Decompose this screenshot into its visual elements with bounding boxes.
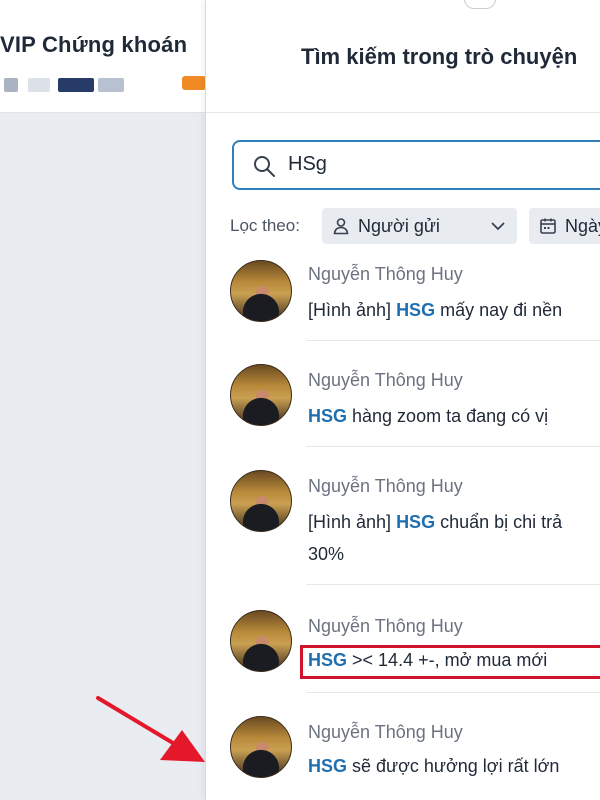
chat-header: VIP Chứng khoán — [0, 0, 210, 113]
avatar — [230, 470, 292, 532]
result-message: [Hình ảnh] HSG mấy nay đi nền — [308, 300, 563, 320]
divider — [306, 446, 600, 447]
panel-top-handle — [464, 0, 496, 9]
result-sender: Nguyễn Thông Huy — [308, 722, 463, 742]
panel-title: Tìm kiếm trong trò chuyện — [301, 44, 578, 69]
result-sender: Nguyễn Thông Huy — [308, 476, 463, 496]
divider — [306, 692, 600, 693]
filter-label: Lọc theo: — [230, 216, 300, 235]
filter-sender-label: Người gửi — [358, 215, 440, 236]
chat-title[interactable]: VIP Chứng khoán — [0, 32, 187, 58]
avatar — [230, 364, 292, 426]
result-sender: Nguyễn Thông Huy — [308, 370, 463, 390]
result-sender: Nguyễn Thông Huy — [308, 616, 463, 636]
result-keyword: HSG — [396, 300, 436, 320]
result-keyword: HSG — [308, 756, 348, 776]
avatar — [230, 610, 292, 672]
result-message: HSG hàng zoom ta đang có vị — [308, 406, 549, 426]
search-icon — [254, 156, 275, 177]
divider — [206, 112, 600, 113]
result-keyword: HSG — [308, 406, 348, 426]
result-message: HSG sẽ được hưởng lợi rất lớn — [308, 756, 560, 776]
search-input[interactable] — [288, 153, 588, 176]
label-tag-icon[interactable] — [182, 76, 206, 90]
result-keyword: HSG — [308, 650, 348, 670]
result-message: [Hình ảnh] HSG chuẩn bị chi trả — [308, 512, 563, 532]
search-in-chat-panel: Tìm kiếm trong trò chuyện Lọc theo: Ngườ… — [205, 0, 600, 800]
result-sender: Nguyễn Thông Huy — [308, 264, 463, 284]
filter-date-dropdown[interactable]: Ngày gửi — [529, 208, 600, 244]
result-keyword: HSG — [396, 512, 436, 532]
person-icon — [333, 218, 349, 235]
chevron-down-icon — [491, 222, 505, 231]
calendar-icon — [540, 218, 556, 234]
annotation-arrow-icon — [96, 696, 205, 762]
avatar — [230, 716, 292, 778]
divider — [306, 584, 600, 585]
search-field[interactable] — [232, 140, 600, 190]
divider — [306, 340, 600, 341]
result-message: HSG >< 14.4 +-, mở mua mới — [308, 650, 548, 670]
result-message-line2: 30% — [308, 544, 345, 564]
filter-sender-dropdown[interactable]: Người gửi — [322, 208, 517, 244]
avatar — [230, 260, 292, 322]
filter-date-label: Ngày gửi — [565, 215, 600, 236]
